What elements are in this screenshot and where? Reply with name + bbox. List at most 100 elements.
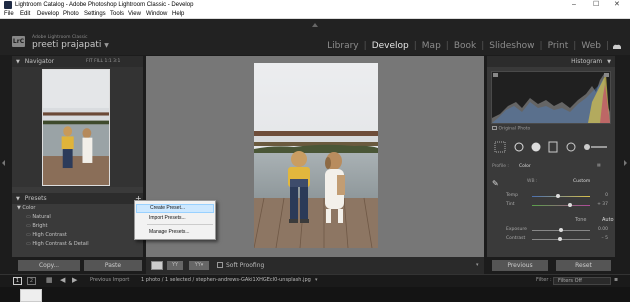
menu-view[interactable]: View xyxy=(128,10,141,19)
navigator-thumbnail[interactable] xyxy=(42,69,110,186)
filter-lock-icon[interactable]: ▪ xyxy=(614,276,618,283)
minimize-button[interactable]: – xyxy=(572,0,576,10)
profile-browser-icon[interactable]: ▦ xyxy=(597,162,601,167)
collapse-top-panel-icon[interactable] xyxy=(312,23,318,27)
filmstrip-thumbnail[interactable] xyxy=(20,289,42,302)
tint-slider[interactable]: Tint + 37 xyxy=(492,201,610,209)
menu-tools[interactable]: Tools xyxy=(110,10,124,19)
main-photo[interactable] xyxy=(254,63,378,248)
collapse-left-panel-icon[interactable] xyxy=(2,160,5,166)
filmstrip xyxy=(0,287,630,302)
secondary-window-button[interactable]: 2 xyxy=(27,277,36,285)
user-identity[interactable]: preeti prajapati ▼ xyxy=(32,40,109,50)
navigator-header[interactable]: ▼ Navigator xyxy=(12,56,143,67)
toolbar-options-icon[interactable]: ▾ xyxy=(476,261,479,270)
presets-header[interactable]: ▼ Presets + xyxy=(12,193,143,204)
preset-icon: ▭ xyxy=(26,241,31,247)
user-name: preeti prajapati xyxy=(32,40,102,50)
navigator-zoom-options[interactable]: FIT FILL 1:1 3:1 xyxy=(86,56,120,67)
module-develop[interactable]: Develop xyxy=(367,41,414,51)
loupe-view-icon[interactable] xyxy=(151,261,163,270)
menu-photo[interactable]: Photo xyxy=(63,10,79,19)
preset-label: High Contrast xyxy=(32,232,67,238)
exposure-knob[interactable] xyxy=(559,228,563,232)
maximize-button[interactable]: ☐ xyxy=(593,0,599,10)
contrast-knob[interactable] xyxy=(558,237,562,241)
disclosure-triangle-icon: ▼ xyxy=(607,59,611,65)
close-button[interactable]: ✕ xyxy=(614,0,620,10)
tone-label: Tone xyxy=(575,217,587,223)
navigator-title: Navigator xyxy=(24,58,55,65)
menu-edit[interactable]: Edit xyxy=(20,10,30,19)
profile-value[interactable]: Color xyxy=(519,164,531,169)
disclosure-triangle-icon: ▼ xyxy=(16,59,20,65)
highlight-clipping-indicator xyxy=(604,73,609,77)
before-after-view-icon[interactable]: YY xyxy=(167,261,183,270)
temp-slider[interactable]: Temp 0 xyxy=(492,192,610,200)
forward-arrow-icon[interactable]: ▶ xyxy=(72,276,77,284)
contrast-value[interactable]: – 5 xyxy=(601,235,608,243)
module-print[interactable]: Print xyxy=(543,41,574,51)
import-presets-menu-item[interactable]: Import Presets... xyxy=(136,214,214,223)
cloud-icon[interactable] xyxy=(612,43,622,49)
preset-group-color[interactable]: ▼ Color xyxy=(17,205,36,211)
profile-label: Profile : xyxy=(492,164,509,169)
disclosure-triangle-icon: ▼ xyxy=(16,196,20,202)
preset-label: High Contrast & Detail xyxy=(32,241,89,247)
wb-value[interactable]: Custom xyxy=(573,179,590,184)
previous-button[interactable]: Previous xyxy=(492,260,548,271)
preset-item[interactable]: ▭ High Contrast xyxy=(26,232,67,238)
menu-file[interactable]: File xyxy=(4,10,14,19)
filmstrip-info-caret-icon[interactable]: ▾ xyxy=(315,277,318,283)
presets-context-menu: Create Preset... Import Presets... Manag… xyxy=(134,200,216,240)
filter-select[interactable]: Filters Off xyxy=(553,277,611,285)
temp-value[interactable]: 0 xyxy=(605,192,608,200)
menu-help[interactable]: Help xyxy=(172,10,184,19)
manage-presets-menu-item[interactable]: Manage Presets... xyxy=(136,228,214,237)
paste-settings-button[interactable]: Paste xyxy=(84,260,142,271)
preset-icon: ▭ xyxy=(26,214,31,220)
filmstrip-info: 1 photo / 1 selected / stephen-andrews-G… xyxy=(141,277,311,283)
temp-track xyxy=(532,196,590,197)
main-window-button[interactable]: 1 xyxy=(13,277,22,285)
contrast-slider[interactable]: Contrast – 5 xyxy=(492,235,610,243)
exposure-value[interactable]: 0.00 xyxy=(598,226,608,234)
tint-knob[interactable] xyxy=(568,203,572,207)
tint-label: Tint xyxy=(506,202,515,207)
exposure-slider[interactable]: Exposure 0.00 xyxy=(492,226,610,234)
original-photo-toggle[interactable]: Original Photo xyxy=(492,126,530,132)
preset-item[interactable]: ▭ Bright xyxy=(26,223,48,229)
histogram[interactable] xyxy=(491,71,611,124)
copy-settings-button[interactable]: Copy... xyxy=(18,260,80,271)
previous-import-label[interactable]: Previous Import xyxy=(90,277,129,283)
module-slideshow[interactable]: Slideshow xyxy=(484,41,539,51)
menu-divider xyxy=(147,224,213,225)
tint-value[interactable]: + 37 xyxy=(597,201,608,209)
collapse-right-panel-icon[interactable] xyxy=(624,160,627,166)
temp-knob[interactable] xyxy=(556,194,560,198)
before-after-toggle-icon[interactable]: YY▾ xyxy=(189,261,209,270)
window-title: Lightroom Catalog - Adobe Photoshop Ligh… xyxy=(15,2,194,8)
create-preset-menu-item[interactable]: Create Preset... xyxy=(136,204,214,213)
module-web[interactable]: Web xyxy=(576,41,606,51)
white-balance-eyedropper-icon[interactable]: ✎ xyxy=(492,179,499,188)
preset-item[interactable]: ▭ Natural xyxy=(26,214,51,220)
histogram-header[interactable]: Histogram ▼ xyxy=(487,56,615,67)
original-photo-checkbox[interactable] xyxy=(492,126,497,130)
tone-auto-button[interactable]: Auto xyxy=(602,217,614,223)
soft-proofing-checkbox[interactable] xyxy=(217,262,223,268)
module-book[interactable]: Book xyxy=(449,41,481,51)
preset-item[interactable]: ▭ High Contrast & Detail xyxy=(26,241,89,247)
module-library[interactable]: Library xyxy=(322,41,363,51)
menu-develop[interactable]: Develop xyxy=(37,10,59,19)
reset-button[interactable]: Reset xyxy=(556,260,611,271)
tool-strip xyxy=(491,139,611,155)
module-map[interactable]: Map xyxy=(417,41,446,51)
grid-view-icon[interactable]: ▦ xyxy=(46,276,53,284)
back-arrow-icon[interactable]: ◀ xyxy=(60,276,65,284)
lrc-logo: LrC xyxy=(12,36,25,47)
menu-window[interactable]: Window xyxy=(146,10,167,19)
preset-icon: ▭ xyxy=(26,232,31,238)
menu-settings[interactable]: Settings xyxy=(84,10,106,19)
tint-track xyxy=(532,205,590,206)
